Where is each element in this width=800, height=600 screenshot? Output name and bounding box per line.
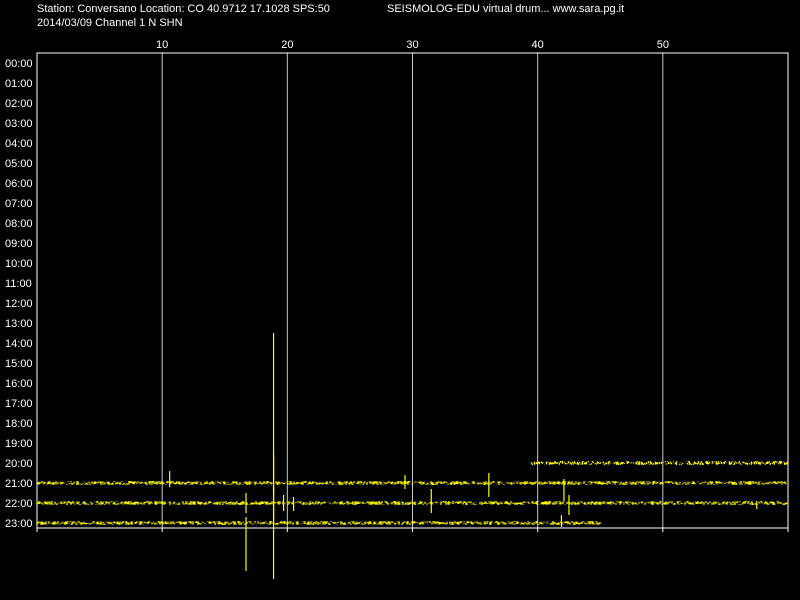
hour-label: 04:00 (5, 138, 33, 150)
hour-label: 07:00 (5, 198, 33, 210)
grid-lines (161, 53, 664, 528)
hour-label: 17:00 (5, 398, 33, 410)
hour-labels: 00:00 01:00 02:00 03:00 04:00 05:00 06:00 07:00… (5, 58, 33, 530)
x-tick-label: 50 (657, 39, 669, 51)
hour-label: 19:00 (5, 438, 33, 450)
hour-label: 10:00 (5, 258, 33, 270)
hour-label: 12:00 (5, 298, 33, 310)
trace-noise (36, 521, 601, 525)
x-tick-label: 30 (406, 39, 418, 51)
hour-label: 11:00 (5, 278, 32, 290)
seismogram-drum: 10 20 30 40 50 00:00 01:00 02:00 03:00 04:00 05:0… (5, 39, 789, 579)
trace-noise (530, 461, 789, 465)
hour-label: 16:00 (5, 378, 33, 390)
hour-label: 18:00 (5, 418, 33, 430)
hour-label: 03:00 (5, 118, 33, 130)
x-tick-label: 20 (281, 39, 293, 51)
hour-label: 21:00 (5, 478, 33, 490)
hour-label: 00:00 (5, 58, 33, 70)
trace-2000 (530, 461, 789, 465)
hour-label: 13:00 (5, 318, 33, 330)
hour-label: 08:00 (5, 218, 33, 230)
hour-label: 06:00 (5, 178, 33, 190)
hour-label: 23:00 (5, 518, 33, 530)
x-tick-label: 10 (156, 39, 168, 51)
hour-label: 09:00 (5, 238, 33, 250)
x-tick-label: 40 (532, 39, 544, 51)
hour-label: 02:00 (5, 98, 33, 110)
hour-label: 20:00 (5, 458, 33, 470)
trace-2300 (36, 333, 601, 579)
hour-label: 05:00 (5, 158, 33, 170)
hour-label: 01:00 (5, 78, 33, 90)
hour-label: 15:00 (5, 358, 33, 370)
hour-label: 14:00 (5, 338, 33, 350)
hour-label: 22:00 (5, 498, 33, 510)
